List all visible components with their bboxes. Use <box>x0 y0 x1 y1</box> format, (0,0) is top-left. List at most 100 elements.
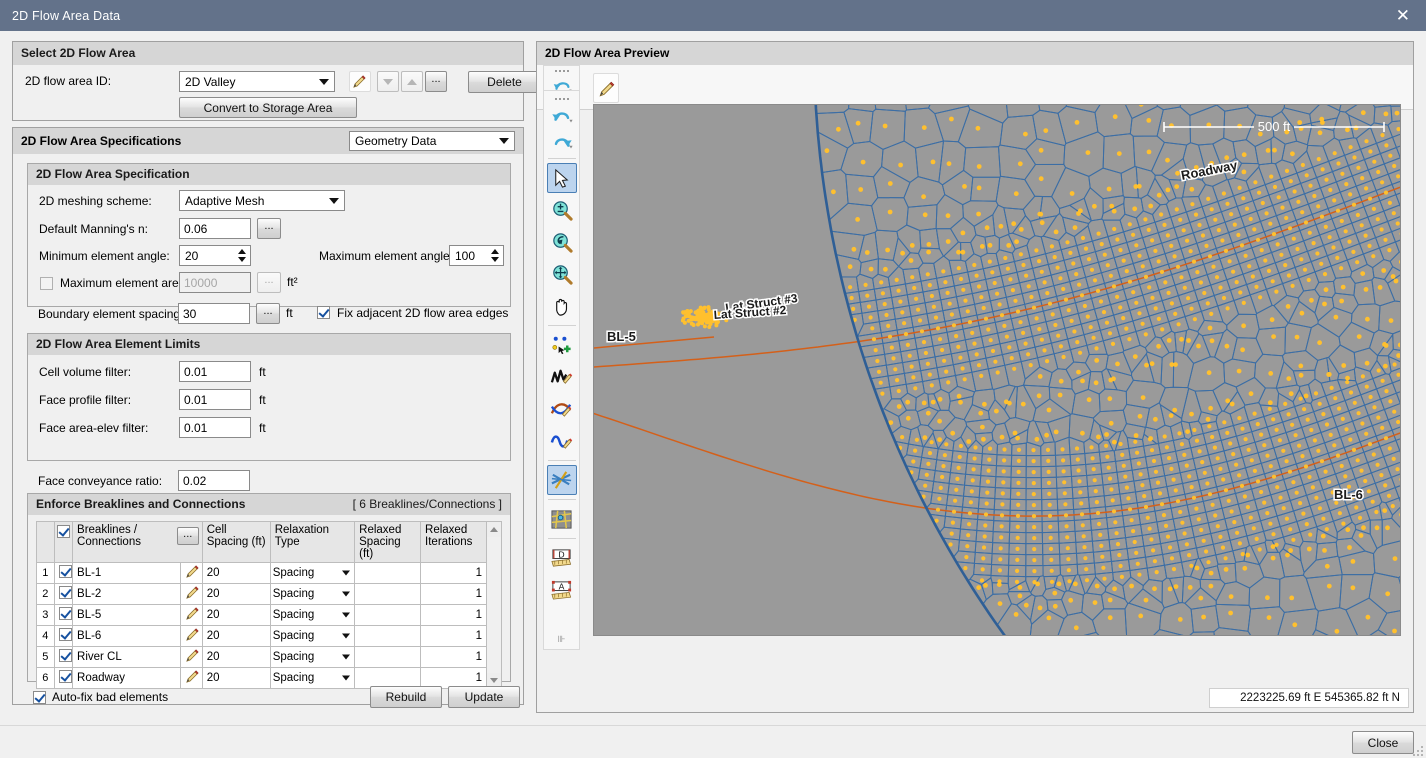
row-relaxation-type-combo[interactable]: Spacing <box>273 585 352 603</box>
row-enabled-checkbox-cell[interactable] <box>54 584 73 605</box>
max-element-area-checkbox[interactable] <box>40 277 53 290</box>
face-area-elev-filter-input[interactable]: 0.01 <box>179 417 251 438</box>
row-enabled-checkbox[interactable] <box>59 586 72 599</box>
row-enabled-checkbox-cell[interactable] <box>54 563 73 584</box>
stepper-up-icon[interactable] <box>238 249 246 254</box>
toolbar-overflow-icon[interactable]: ⊪ <box>558 634 566 645</box>
meshing-scheme-combo[interactable]: Adaptive Mesh <box>179 190 345 211</box>
row-edit-button[interactable] <box>181 626 203 647</box>
table-row[interactable]: 5River CL20Spacing1 <box>37 647 487 668</box>
measure-area-tool[interactable]: A <box>547 575 577 605</box>
row-enabled-checkbox[interactable] <box>59 607 72 620</box>
row-relaxation-type-combo[interactable]: Spacing <box>273 648 352 666</box>
row-enabled-checkbox-cell[interactable] <box>54 605 73 626</box>
zoom-previous-tool[interactable] <box>547 227 577 257</box>
resize-grip[interactable] <box>1411 744 1423 756</box>
stepper-down-icon[interactable] <box>491 257 499 262</box>
convert-to-storage-area-button[interactable]: Convert to Storage Area <box>179 97 357 118</box>
row-cell-spacing[interactable]: 20 <box>202 584 270 605</box>
row-enabled-checkbox-cell[interactable] <box>54 647 73 668</box>
row-edit-button[interactable] <box>181 605 203 626</box>
table-row[interactable]: 4BL-620Spacing1 <box>37 626 487 647</box>
mesh-preview-canvas[interactable]: Lat Struct #3Lat Struct #3Lat Struct #2L… <box>593 104 1401 636</box>
row-edit-button[interactable] <box>181 584 203 605</box>
zoom-in-out-tool[interactable] <box>547 195 577 225</box>
row-enabled-checkbox[interactable] <box>59 649 72 662</box>
update-button[interactable]: Update <box>448 686 520 708</box>
select-all-checkbox[interactable] <box>57 525 70 538</box>
auto-fix-bad-elements-checkbox[interactable] <box>33 691 46 704</box>
rebuild-button[interactable]: Rebuild <box>370 686 442 708</box>
breaklines-tool[interactable] <box>547 465 577 495</box>
face-profile-filter-input[interactable]: 0.01 <box>179 389 251 410</box>
edit-spline-tool[interactable] <box>547 426 577 456</box>
data-type-combo[interactable]: Geometry Data <box>349 131 515 151</box>
mesh-regions-tool[interactable] <box>547 504 577 534</box>
row-relaxation-type-combo[interactable]: Spacing <box>273 627 352 645</box>
breaklines-column-options-button[interactable]: ... <box>177 527 199 545</box>
max-element-area-more-button[interactable]: ... <box>257 272 281 293</box>
row-relaxation-type-combo[interactable]: Spacing <box>273 669 352 687</box>
row-relaxation-type-cell[interactable]: Spacing <box>270 605 354 626</box>
row-cell-spacing[interactable]: 20 <box>202 563 270 584</box>
close-icon[interactable]: ✕ <box>1380 0 1426 31</box>
row-relaxation-type-cell[interactable]: Spacing <box>270 626 354 647</box>
pan-hand-tool[interactable] <box>547 291 577 321</box>
edit-flow-area-name-button[interactable] <box>349 71 371 92</box>
flow-area-options-button[interactable]: ... <box>425 71 447 92</box>
row-relaxation-type-cell[interactable]: Spacing <box>270 584 354 605</box>
row-enabled-checkbox[interactable] <box>59 670 72 683</box>
row-enabled-checkbox[interactable] <box>59 565 72 578</box>
row-edit-button[interactable] <box>181 563 203 584</box>
row-relaxed-spacing[interactable] <box>355 647 421 668</box>
row-relaxation-type-cell[interactable]: Spacing <box>270 563 354 584</box>
row-breakline-name[interactable]: BL-6 <box>73 626 181 647</box>
mannings-n-more-button[interactable]: ... <box>257 218 281 239</box>
zoom-extents-tool[interactable] <box>547 259 577 289</box>
row-breakline-name[interactable]: BL-5 <box>73 605 181 626</box>
face-conveyance-ratio-input[interactable]: 0.02 <box>178 470 250 491</box>
next-flow-area-button[interactable] <box>401 71 423 92</box>
edit-polyline-tool[interactable] <box>547 362 577 392</box>
edit-curve-tool[interactable] <box>547 394 577 424</box>
scroll-up-button[interactable] <box>487 522 501 537</box>
table-row[interactable]: 3BL-520Spacing1 <box>37 605 487 626</box>
row-breakline-name[interactable]: River CL <box>73 647 181 668</box>
select-arrow-tool[interactable] <box>547 163 577 193</box>
row-breakline-name[interactable]: BL-1 <box>73 563 181 584</box>
add-points-tool[interactable] <box>547 330 577 360</box>
max-element-area-input[interactable]: 10000 <box>179 272 251 293</box>
measure-distance-tool[interactable]: D <box>547 543 577 573</box>
close-button[interactable]: Close <box>1352 731 1414 754</box>
row-cell-spacing[interactable]: 20 <box>202 605 270 626</box>
row-relaxation-type-combo[interactable]: Spacing <box>273 606 352 624</box>
previous-flow-area-button[interactable] <box>377 71 399 92</box>
max-element-angle-stepper[interactable]: 100 <box>449 245 504 266</box>
stepper-up-icon[interactable] <box>491 249 499 254</box>
min-element-angle-stepper[interactable]: 20 <box>179 245 251 266</box>
row-relaxed-spacing[interactable] <box>355 584 421 605</box>
undo-button[interactable] <box>546 103 578 129</box>
col-select-all[interactable] <box>54 522 73 563</box>
delete-button[interactable]: Delete <box>468 71 541 93</box>
row-cell-spacing[interactable]: 20 <box>202 626 270 647</box>
row-enabled-checkbox-cell[interactable] <box>54 626 73 647</box>
row-relaxed-spacing[interactable] <box>355 626 421 647</box>
row-edit-button[interactable] <box>181 647 203 668</box>
row-relaxation-type-combo[interactable]: Spacing <box>273 564 352 582</box>
preview-edit-button[interactable] <box>593 73 619 103</box>
cell-volume-filter-input[interactable]: 0.01 <box>179 361 251 382</box>
row-enabled-checkbox[interactable] <box>59 628 72 641</box>
boundary-spacing-more-button[interactable]: ... <box>256 303 280 324</box>
boundary-spacing-input[interactable]: 30 <box>178 303 250 324</box>
flow-area-id-combo[interactable]: 2D Valley <box>179 71 335 92</box>
fix-adjacent-edges-checkbox[interactable] <box>317 306 330 319</box>
row-breakline-name[interactable]: BL-2 <box>73 584 181 605</box>
redo-button[interactable] <box>546 129 578 155</box>
table-row[interactable]: 1BL-120Spacing1 <box>37 563 487 584</box>
table-row[interactable]: 2BL-220Spacing1 <box>37 584 487 605</box>
row-relaxed-spacing[interactable] <box>355 605 421 626</box>
row-cell-spacing[interactable]: 20 <box>202 647 270 668</box>
row-relaxation-type-cell[interactable]: Spacing <box>270 647 354 668</box>
stepper-down-icon[interactable] <box>238 257 246 262</box>
